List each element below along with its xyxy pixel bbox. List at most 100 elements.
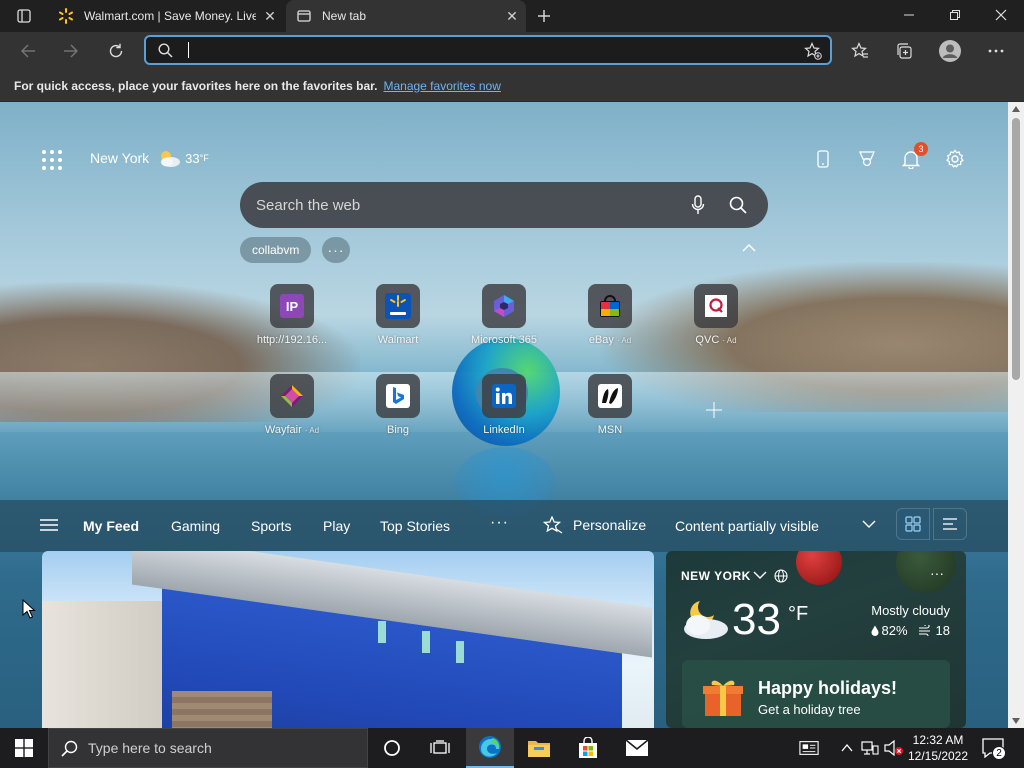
content-visibility-dropdown[interactable]: Content partially visible xyxy=(675,518,819,534)
feed-tab-gaming[interactable]: Gaming xyxy=(171,518,220,534)
taskbar-clock[interactable]: 12:32 AM 12/15/2022 xyxy=(904,732,972,764)
back-arrow-icon xyxy=(21,44,35,58)
recent-search-chip[interactable]: collabvm xyxy=(240,237,312,263)
show-hidden-icons-button[interactable] xyxy=(837,739,857,757)
weather-card-more-button[interactable]: ··· xyxy=(930,565,944,581)
location-globe-icon[interactable] xyxy=(774,569,788,583)
search-icon xyxy=(729,196,747,214)
hamburger-menu-icon[interactable] xyxy=(40,518,58,532)
feed-tab-my-feed[interactable]: My Feed xyxy=(83,518,139,534)
new-tab-icon xyxy=(296,8,312,24)
list-view-button[interactable] xyxy=(933,508,967,540)
phone-icon xyxy=(817,150,829,168)
quick-link-tile[interactable]: Bing xyxy=(348,374,448,436)
web-search-box[interactable]: Search the web xyxy=(240,182,768,228)
voice-search-button[interactable] xyxy=(678,195,718,215)
personalize-button[interactable]: Personalize xyxy=(543,516,646,534)
building-side xyxy=(42,601,182,728)
ornament-decoration xyxy=(896,551,956,593)
quick-link-tile[interactable]: eBay · Ad xyxy=(560,284,660,346)
feed-tab-play[interactable]: Play xyxy=(323,518,350,534)
browser-toolbar xyxy=(0,32,1024,70)
favorites-button[interactable] xyxy=(846,37,874,65)
weather-summary[interactable]: New York 33 °F xyxy=(90,148,209,168)
grid-view-button[interactable] xyxy=(896,508,930,540)
feed-navigation-bar: My Feed Gaming Sports Play Top Stories ·… xyxy=(0,500,1008,552)
forward-button[interactable] xyxy=(57,37,85,65)
minimize-button[interactable] xyxy=(886,0,932,30)
scroll-up-arrow-icon[interactable] xyxy=(1011,105,1021,113)
settings-and-more-button[interactable] xyxy=(982,37,1010,65)
rewards-button[interactable] xyxy=(854,146,880,172)
profile-button[interactable] xyxy=(936,37,964,65)
chevron-down-icon[interactable] xyxy=(753,571,767,580)
address-input[interactable] xyxy=(186,40,786,60)
back-button[interactable] xyxy=(14,37,42,65)
taskbar-file-explorer[interactable] xyxy=(515,728,563,768)
restore-button[interactable] xyxy=(932,0,978,30)
weather-card[interactable]: NEW YORK ··· 33 °F Mostly cloudy 82% 18 … xyxy=(666,551,966,728)
more-searches-button[interactable]: ··· xyxy=(322,237,350,263)
page-settings-button[interactable] xyxy=(942,146,968,172)
favorites-bar-message: For quick access, place your favorites h… xyxy=(14,78,378,93)
mouse-cursor-icon xyxy=(22,599,36,619)
quick-link-tile[interactable]: LinkedIn xyxy=(454,374,554,436)
taskbar-search-box[interactable]: Type here to search xyxy=(48,728,368,768)
new-tab-page: New York 33 °F 3 Search the web collabvm… xyxy=(0,102,1008,728)
quick-link-tile[interactable]: Walmart xyxy=(348,284,448,346)
taskbar-mail[interactable] xyxy=(613,728,661,768)
quick-link-tile[interactable]: IP http://192.16... xyxy=(242,284,342,346)
web-search-submit-button[interactable] xyxy=(718,196,758,214)
windows-logo-icon xyxy=(15,739,33,757)
mobile-button[interactable] xyxy=(810,146,836,172)
tray-network-button[interactable] xyxy=(860,739,880,757)
feed-more-button[interactable]: ··· xyxy=(490,514,509,532)
quick-link-label: QVC xyxy=(695,334,720,346)
ornament-decoration xyxy=(796,551,842,585)
quick-link-tile[interactable]: QVC · Ad xyxy=(666,284,766,346)
tray-volume-button[interactable] xyxy=(884,739,904,757)
folder-icon xyxy=(528,741,550,757)
add-site-plus-icon[interactable] xyxy=(704,400,724,420)
quick-link-tile[interactable]: MSN xyxy=(560,374,660,436)
tab-new-tab[interactable]: New tab ✕ xyxy=(286,0,526,32)
news-card-image[interactable] xyxy=(42,551,654,728)
app-launcher-button[interactable] xyxy=(40,148,64,172)
tab-actions-menu-button[interactable] xyxy=(8,6,40,26)
refresh-button[interactable] xyxy=(102,37,130,65)
action-center-button[interactable]: 2 xyxy=(982,738,1006,763)
feed-tab-top-stories[interactable]: Top Stories xyxy=(380,518,450,534)
tab-title: New tab xyxy=(322,9,367,23)
address-bar[interactable] xyxy=(144,35,832,65)
chevron-up-icon[interactable] xyxy=(742,244,756,252)
minimize-icon xyxy=(904,14,914,16)
tray-news-button[interactable] xyxy=(799,739,819,757)
wayfair-icon xyxy=(270,374,314,418)
tab-walmart[interactable]: Walmart.com | Save Money. Live ✕ xyxy=(48,0,284,32)
close-tab-button[interactable]: ✕ xyxy=(256,8,284,25)
collections-button[interactable] xyxy=(890,37,918,65)
edge-browser-icon xyxy=(479,736,501,758)
cortana-button[interactable] xyxy=(368,728,416,768)
holiday-promo[interactable]: Happy holidays! Get a holiday tree xyxy=(682,660,950,728)
scrollbar-thumb[interactable] xyxy=(1012,118,1020,380)
taskbar-edge-app[interactable] xyxy=(466,728,514,768)
taskbar-microsoft-store[interactable] xyxy=(564,728,612,768)
page-scrollbar[interactable] xyxy=(1008,102,1024,728)
add-favorite-icon[interactable] xyxy=(804,42,822,60)
scroll-down-arrow-icon[interactable] xyxy=(1011,717,1021,725)
quick-link-tile[interactable]: Microsoft 365 xyxy=(454,284,554,346)
task-view-button[interactable] xyxy=(416,728,464,768)
notifications-button[interactable]: 3 xyxy=(898,142,928,172)
feed-tab-sports[interactable]: Sports xyxy=(251,518,291,534)
weather-card-temp: 33 xyxy=(732,595,781,644)
manage-favorites-link[interactable]: Manage favorites now xyxy=(383,79,500,93)
new-tab-button[interactable] xyxy=(532,4,556,28)
quick-link-tile[interactable]: Wayfair · Ad xyxy=(242,374,342,436)
tab-title: Walmart.com | Save Money. Live xyxy=(84,9,256,23)
close-tab-button[interactable]: ✕ xyxy=(498,8,526,25)
bing-icon xyxy=(376,374,420,418)
close-window-button[interactable] xyxy=(978,0,1024,30)
chevron-down-icon[interactable] xyxy=(862,520,876,528)
start-button[interactable] xyxy=(0,728,48,768)
